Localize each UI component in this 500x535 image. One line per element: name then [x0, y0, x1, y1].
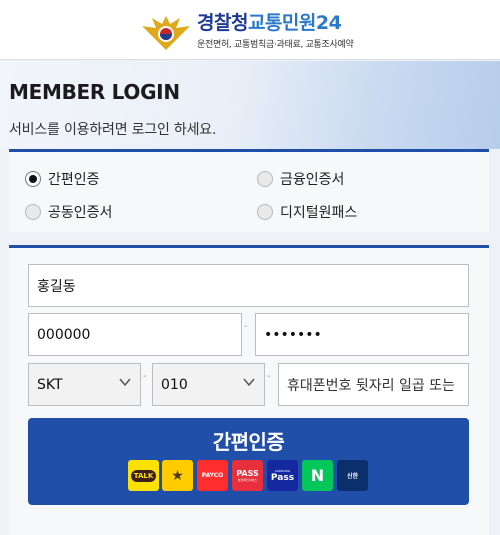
login-description: 서비스를 이용하려면 로그인 하세요.: [9, 122, 217, 138]
brand-title[interactable]: 경찰청교통민원24: [197, 8, 342, 35]
shinhan-icon[interactable]: 신한: [337, 460, 368, 491]
auth-option-label: 디지털원패스: [280, 205, 358, 221]
payco-icon-text: PAYCO: [201, 472, 224, 479]
auth-option-digital-onepass[interactable]: 디지털원패스: [257, 202, 357, 222]
phone-prefix-select[interactable]: 010: [152, 363, 265, 406]
site-header: 경찰청교통민원24 운전면허, 교통범칙금·과태료, 교통조사예약: [0, 0, 500, 60]
auth-option-label: 공동인증서: [48, 205, 113, 221]
brand-title-part2: 교통민원24: [247, 12, 342, 34]
auth-method-panel: 간편인증 금융인증서 공동인증서 디지털원패스: [9, 149, 489, 232]
radio-checked-icon[interactable]: [25, 171, 41, 187]
kb-icon-text: ★: [171, 467, 184, 484]
phone-prefix-value: 010: [161, 376, 188, 393]
naver-icon-text: N: [310, 466, 325, 485]
pass-icon-subtext: 본인확인서비스: [237, 478, 258, 482]
easy-auth-label: 간편인증: [212, 430, 285, 454]
name-input[interactable]: 홍길동: [28, 264, 469, 307]
kb-star-icon[interactable]: ★: [162, 460, 193, 491]
chevron-down-icon: [119, 378, 131, 387]
chevron-down-icon: [243, 378, 255, 387]
police-emblem-icon: [142, 16, 190, 50]
naver-icon[interactable]: N: [302, 460, 333, 491]
auth-option-simple[interactable]: 간편인증: [25, 169, 100, 189]
auth-option-label: 간편인증: [48, 172, 100, 188]
birthdate-input[interactable]: 000000: [28, 313, 242, 356]
kakao-icon-text: TALK: [130, 469, 157, 482]
page-title: MEMBER LOGIN: [9, 80, 180, 104]
easy-auth-button[interactable]: 간편인증 TALK ★ PAYCO PASS 본인확인서비스 SAMSUNG P…: [28, 418, 469, 505]
samsung-pass-icon[interactable]: SAMSUNG Pass: [267, 460, 298, 491]
samsung-pass-icon-text: Pass: [270, 472, 295, 483]
brand-title-part1: 경찰청: [197, 12, 248, 34]
shinhan-icon-text: 신한: [346, 473, 359, 480]
pass-icon[interactable]: PASS 본인확인서비스: [232, 460, 263, 491]
kakao-icon[interactable]: TALK: [128, 460, 159, 491]
radio-unchecked-icon[interactable]: [257, 204, 273, 220]
field-separator: -: [267, 371, 271, 382]
auth-option-joint-cert[interactable]: 공동인증서: [25, 202, 112, 222]
phone-number-input[interactable]: 휴대폰번호 뒷자리 일곱 또는: [278, 363, 469, 406]
field-separator: -: [143, 371, 147, 382]
carrier-select-value: SKT: [37, 376, 63, 393]
pass-icon-text: PASS: [236, 469, 259, 478]
id-back-password-input[interactable]: •••••••: [255, 313, 469, 356]
auth-option-financial-cert[interactable]: 금융인증서: [257, 169, 344, 189]
radio-unchecked-icon[interactable]: [25, 204, 41, 220]
radio-unchecked-icon[interactable]: [257, 171, 273, 187]
payco-icon[interactable]: PAYCO: [197, 460, 228, 491]
brand-subtitle: 운전면허, 교통범칙금·과태료, 교통조사예약: [197, 40, 354, 50]
field-separator: -: [244, 321, 248, 332]
carrier-select[interactable]: SKT: [28, 363, 141, 406]
auth-option-label: 금융인증서: [280, 172, 345, 188]
